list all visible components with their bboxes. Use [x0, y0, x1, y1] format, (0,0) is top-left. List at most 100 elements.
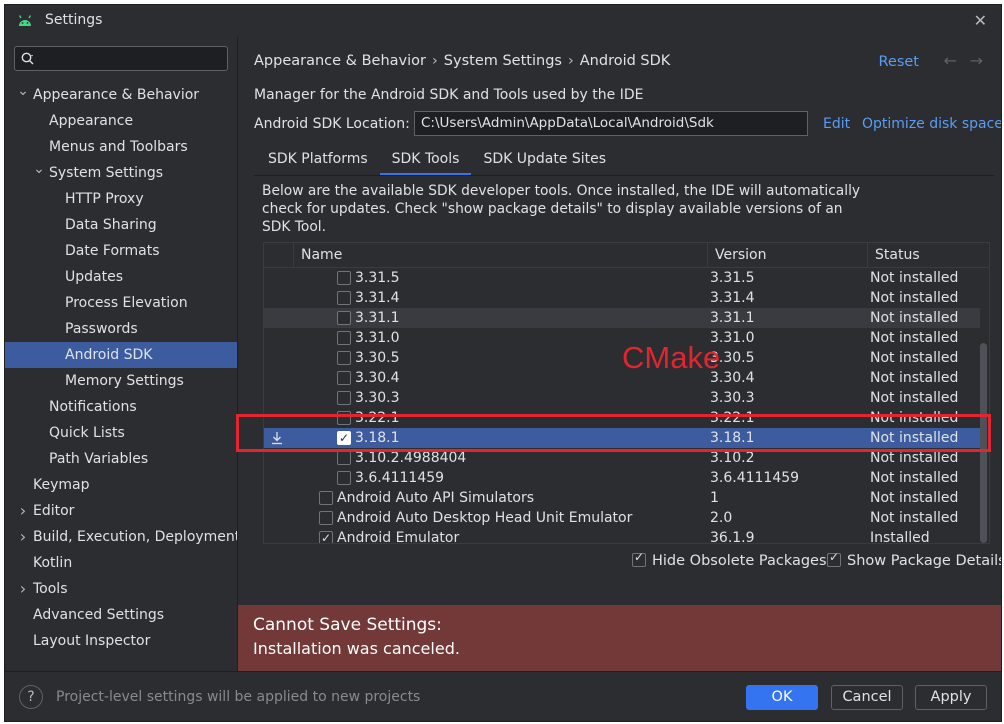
row-version: 3.31.5 — [710, 270, 755, 286]
sidebar-item[interactable]: HTTP Proxy — [5, 186, 237, 212]
table-row[interactable]: 3.31.5 3.31.5 Not installed — [264, 268, 980, 288]
chevron-right-icon[interactable]: › — [17, 524, 29, 550]
sidebar-item[interactable]: ⌄ System Settings — [5, 160, 237, 186]
search-input[interactable] — [39, 49, 219, 68]
row-checkbox[interactable] — [337, 391, 351, 405]
row-checkbox[interactable] — [337, 331, 351, 345]
tab-sdk-update-sites[interactable]: SDK Update Sites — [471, 141, 618, 176]
row-checkbox[interactable] — [319, 511, 333, 525]
row-version: 3.31.4 — [710, 290, 755, 306]
row-checkbox[interactable] — [319, 528, 333, 543]
footer-note: Project-level settings will be applied t… — [56, 689, 421, 705]
row-name: 3.6.4111459 — [355, 470, 445, 486]
row-name: 3.30.5 — [355, 350, 400, 366]
table-row[interactable]: 3.31.4 3.31.4 Not installed — [264, 288, 980, 308]
tab-divider — [254, 175, 994, 176]
hide-obsolete-option[interactable]: Hide Obsolete Packages — [632, 550, 827, 569]
settings-window: Settings ✕ ⌄ Appearance & Behavior Appeara… — [4, 4, 1002, 722]
row-checkbox[interactable] — [337, 291, 351, 305]
sidebar-item[interactable]: Memory Settings — [5, 368, 237, 394]
error-banner: Cannot Save Settings: Installation was c… — [238, 605, 1001, 671]
row-name: Android Auto API Simulators — [337, 490, 534, 506]
row-checkbox[interactable] — [337, 311, 351, 325]
sdk-location-field[interactable]: C:\Users\Admin\AppData\Local\Android\Sdk — [414, 111, 808, 136]
chevron-right-icon: › — [567, 53, 574, 69]
row-checkbox[interactable] — [319, 491, 333, 505]
sidebar-item[interactable]: Date Formats — [5, 238, 237, 264]
breadcrumb-item: Android SDK — [579, 53, 671, 69]
sidebar-item-label: Editor — [33, 503, 75, 519]
tab-sdk-tools[interactable]: SDK Tools — [379, 141, 472, 176]
table-row[interactable]: Android Emulator 36.1.9 Installed — [264, 528, 980, 543]
row-version: 3.31.1 — [710, 310, 755, 326]
hide-obsolete-checkbox[interactable] — [632, 550, 646, 567]
sidebar-item[interactable]: › Tools — [5, 576, 237, 602]
row-status: Not installed — [870, 390, 959, 406]
show-details-option[interactable]: Show Package Details — [827, 550, 1001, 569]
sidebar-item[interactable]: Updates — [5, 264, 237, 290]
ok-button[interactable]: OK — [746, 685, 818, 710]
close-icon[interactable]: ✕ — [974, 11, 987, 30]
sidebar: ⌄ Appearance & Behavior Appearance Menus an… — [5, 37, 240, 671]
hide-obsolete-label: Hide Obsolete Packages — [652, 553, 827, 569]
table-row[interactable]: 3.30.3 3.30.3 Not installed — [264, 388, 980, 408]
back-arrow-icon[interactable]: ← — [944, 51, 957, 70]
edit-link[interactable]: Edit — [823, 116, 850, 132]
chevron-right-icon[interactable]: › — [17, 498, 29, 524]
chevron-down-icon[interactable]: ⌄ — [17, 78, 29, 104]
chevron-right-icon[interactable]: › — [17, 576, 29, 602]
sidebar-item[interactable]: Kotlin — [5, 550, 237, 576]
error-title: Cannot Save Settings: — [253, 615, 442, 635]
row-checkbox[interactable] — [337, 451, 351, 465]
row-checkbox[interactable] — [337, 371, 351, 385]
apply-button[interactable]: Apply — [915, 685, 987, 710]
sidebar-item-label: Process Elevation — [65, 295, 188, 311]
sidebar-item[interactable]: Quick Lists — [5, 420, 237, 446]
reset-link[interactable]: Reset — [878, 54, 919, 70]
optimize-disk-space-link[interactable]: Optimize disk space — [862, 116, 1001, 132]
sidebar-item-label: Kotlin — [33, 555, 73, 571]
row-checkbox[interactable] — [337, 271, 351, 285]
sidebar-item[interactable]: Layout Inspector — [5, 628, 237, 654]
cancel-button[interactable]: Cancel — [831, 685, 903, 710]
search-box[interactable] — [14, 46, 228, 71]
sidebar-item[interactable]: Path Variables — [5, 446, 237, 472]
tab-sdk-platforms[interactable]: SDK Platforms — [256, 141, 380, 176]
sidebar-item[interactable]: Appearance — [5, 108, 237, 134]
table-row[interactable]: 3.31.1 3.31.1 Not installed — [264, 308, 980, 328]
chevron-down-icon[interactable]: ⌄ — [33, 156, 45, 182]
sidebar-item[interactable]: Data Sharing — [5, 212, 237, 238]
table-body: 3.31.5 3.31.5 Not installed 3.31.4 3.31.4 Not… — [264, 268, 980, 543]
sidebar-item[interactable]: Keymap — [5, 472, 237, 498]
sidebar-item[interactable]: Notifications — [5, 394, 237, 420]
row-status: Not installed — [870, 510, 959, 526]
sdk-location-label: Android SDK Location: — [254, 116, 410, 132]
sidebar-item[interactable]: Passwords — [5, 316, 237, 342]
settings-nav-tree: ⌄ Appearance & Behavior Appearance Menus an… — [5, 82, 240, 654]
column-header-status[interactable]: Status — [867, 243, 980, 268]
row-version: 3.30.3 — [710, 390, 755, 406]
sidebar-item[interactable]: › Build, Execution, Deployment — [5, 524, 240, 550]
sidebar-item[interactable]: Advanced Settings — [5, 602, 237, 628]
column-header-name[interactable]: Name — [293, 243, 710, 268]
sidebar-item[interactable]: › Editor — [5, 498, 237, 524]
row-checkbox[interactable] — [337, 471, 351, 485]
table-row[interactable]: 3.6.4111459 3.6.4111459 Not installed — [264, 468, 980, 488]
table-row[interactable]: Android Auto API Simulators 1 Not installe… — [264, 488, 980, 508]
sidebar-item[interactable]: Android SDK — [5, 342, 237, 368]
table-row[interactable]: Android Auto Desktop Head Unit Emulator 2… — [264, 508, 980, 528]
help-icon[interactable]: ? — [19, 685, 43, 709]
sidebar-item-label: Appearance & Behavior — [33, 87, 200, 103]
sidebar-item-label: Passwords — [65, 321, 138, 337]
sidebar-item-label: Appearance — [49, 113, 134, 129]
show-details-checkbox[interactable] — [827, 550, 841, 567]
row-status: Not installed — [870, 290, 959, 306]
sidebar-item[interactable]: Process Elevation — [5, 290, 237, 316]
breadcrumb-item: Appearance & Behavior — [254, 53, 426, 69]
sidebar-item[interactable]: ⌄ Appearance & Behavior — [5, 82, 237, 108]
annotation-highlight-box — [236, 414, 991, 452]
forward-arrow-icon[interactable]: → — [970, 51, 983, 70]
row-checkbox[interactable] — [337, 351, 351, 365]
column-header-version[interactable]: Version — [707, 243, 867, 268]
horizontal-scrollbar[interactable] — [238, 597, 1001, 605]
